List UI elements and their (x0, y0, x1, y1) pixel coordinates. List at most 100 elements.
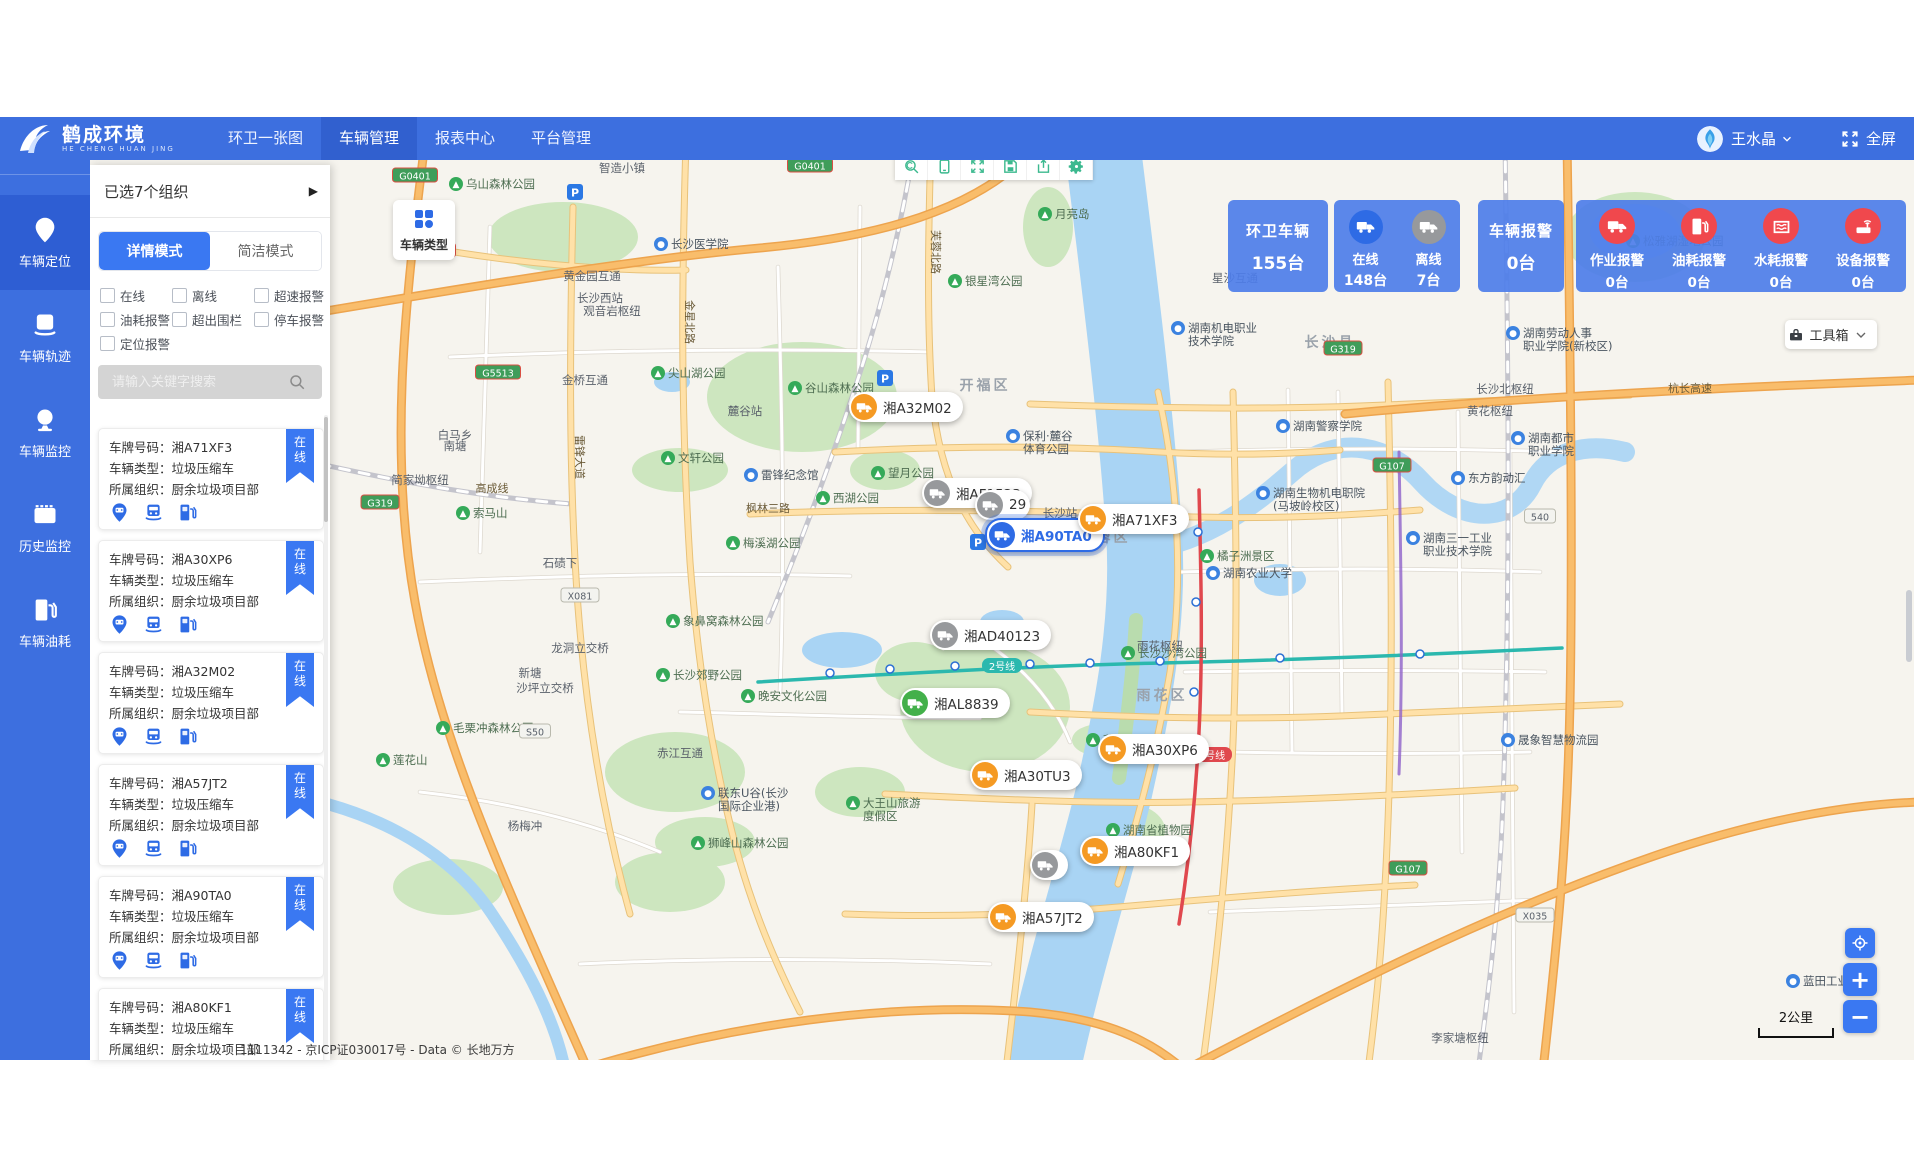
vehicle-card[interactable]: 车牌号码：湘A90TA0车辆类型：垃圾压缩车所属组织：厨余垃圾项目部在线 (98, 876, 324, 978)
zoom-in-button[interactable]: + (1843, 963, 1877, 996)
checkbox[interactable] (100, 288, 115, 303)
filter-停车报警[interactable]: 停车报警 (254, 307, 324, 331)
checkbox[interactable] (254, 288, 269, 303)
search-icon[interactable] (288, 373, 306, 391)
track-icon[interactable] (143, 838, 164, 859)
track-icon[interactable] (143, 726, 164, 747)
checkbox[interactable] (172, 312, 187, 327)
svg-text:S50: S50 (526, 728, 544, 739)
nav-item-车辆管理[interactable]: 车辆管理 (321, 117, 417, 160)
pin-car-icon[interactable] (109, 726, 130, 747)
svg-text:龙洞立交桥: 龙洞立交桥 (551, 641, 609, 655)
user-name[interactable]: 王水晶 (1731, 128, 1776, 149)
filter-在线[interactable]: 在线 (100, 283, 172, 307)
pin-car-icon[interactable] (109, 838, 130, 859)
panel-scrollbar-thumb[interactable] (324, 417, 328, 522)
pin-car-icon[interactable] (109, 502, 130, 523)
svg-text:简家坳枢纽: 简家坳枢纽 (391, 473, 449, 487)
vehicle-marker[interactable] (1030, 850, 1068, 880)
nav-item-环卫一张图[interactable]: 环卫一张图 (210, 117, 321, 160)
toolbox-label: 工具箱 (1809, 325, 1848, 344)
filter-油耗报警[interactable]: 油耗报警 (100, 307, 172, 331)
filter-超出围栏[interactable]: 超出围栏 (172, 307, 254, 331)
vehicle-card[interactable]: 车牌号码：湘A71XF3车辆类型：垃圾压缩车所属组织：厨余垃圾项目部在线 (98, 428, 324, 530)
svg-text:湖南警察学院: 湖南警察学院 (1293, 419, 1362, 433)
sidebar-item-车辆监控[interactable]: 车辆监控 (0, 385, 90, 480)
toolbox-button[interactable]: 工具箱 (1785, 320, 1877, 349)
expand-arrow-icon[interactable]: ▶ (309, 184, 318, 198)
org-selector[interactable]: 已选7个组织 ▶ (90, 165, 330, 218)
checkbox[interactable] (100, 312, 115, 327)
filter-label: 超速报警 (274, 286, 324, 305)
checkbox[interactable] (254, 312, 269, 327)
browser-scrollbar-thumb[interactable] (1906, 590, 1912, 662)
fuel-icon[interactable] (177, 726, 198, 747)
vehicle-marker-湘A32M02[interactable]: 湘A32M02 (849, 392, 963, 422)
avatar[interactable] (1697, 126, 1723, 152)
svg-text:月亮岛: 月亮岛 (1055, 207, 1090, 221)
track-icon[interactable] (143, 950, 164, 971)
svg-text:●: ● (1209, 569, 1217, 579)
fuel-icon[interactable] (177, 614, 198, 635)
pin-car-icon[interactable] (109, 614, 130, 635)
track-icon[interactable] (143, 614, 164, 635)
left-icon-rail: 车辆定位车辆轨迹车辆监控历史监控车辆油耗 (0, 152, 90, 1060)
truck-icon (977, 492, 1003, 518)
svg-text:雷锋大道: 雷锋大道 (573, 435, 587, 479)
vehicle-marker-湘A71XF3[interactable]: 湘A71XF3 (1078, 504, 1189, 534)
fuel-icon[interactable] (177, 950, 198, 971)
filter-离线[interactable]: 离线 (172, 283, 254, 307)
sidebar-item-车辆定位[interactable]: 车辆定位 (0, 195, 90, 290)
svg-text:▲: ▲ (655, 369, 662, 379)
sidebar-item-车辆轨迹[interactable]: 车辆轨迹 (0, 290, 90, 385)
track-icon[interactable] (143, 502, 164, 523)
vehicle-type-button[interactable]: 车辆类型 (393, 200, 455, 260)
svg-text:象鼻窝森林公园: 象鼻窝森林公园 (683, 614, 764, 628)
zoom-out-button[interactable]: − (1843, 1000, 1877, 1033)
chevron-down-icon[interactable] (1780, 132, 1794, 146)
filter-label: 定位报警 (120, 334, 170, 353)
sidebar-item-历史监控[interactable]: 历史监控 (0, 480, 90, 575)
vehicle-marker-湘A80KF1[interactable]: 湘A80KF1 (1080, 836, 1190, 866)
tab-详情模式[interactable]: 详情模式 (99, 232, 210, 270)
vehicle-marker-湘AD40123[interactable]: 湘AD40123 (930, 620, 1051, 650)
filter-超速报警[interactable]: 超速报警 (254, 283, 324, 307)
fuel-icon[interactable] (177, 502, 198, 523)
truck-icon (1087, 843, 1104, 860)
fuel-icon (31, 596, 59, 624)
svg-text:湖南劳动人事职业学院(新校区): 湖南劳动人事职业学院(新校区) (1523, 326, 1612, 353)
map-canvas[interactable]: P P P 开福区芙蓉区长沙县天心区雨花区▲乌山森林公园▲月亮岛▲银星湾公园▲谷… (90, 152, 1914, 1060)
vehicle-card[interactable]: 车牌号码：湘A30XP6车辆类型：垃圾压缩车所属组织：厨余垃圾项目部在线 (98, 540, 324, 642)
vehicle-marker-湘AL8839[interactable]: 湘AL8839 (900, 688, 1010, 718)
vehicle-card[interactable]: 车牌号码：湘A57JT2车辆类型：垃圾压缩车所属组织：厨余垃圾项目部在线 (98, 764, 324, 866)
logo-subtitle: HE CHENG HUAN JING (62, 145, 175, 153)
svg-text:P: P (974, 537, 982, 550)
svg-text:湖南机电职业技术学院: 湖南机电职业技术学院 (1188, 321, 1257, 348)
checkbox[interactable] (100, 336, 115, 351)
locate-button[interactable] (1845, 928, 1875, 958)
svg-text:开福区: 开福区 (960, 377, 1011, 394)
fullscreen-icon (1840, 129, 1860, 149)
fullscreen-button[interactable]: 全屏 (1840, 128, 1896, 149)
scale-bar (1758, 1028, 1834, 1038)
truck-icon (1105, 741, 1122, 758)
card-action-icons (109, 502, 211, 523)
svg-text:▲: ▲ (745, 692, 752, 702)
fuel-icon[interactable] (177, 838, 198, 859)
nav-item-报表中心[interactable]: 报表中心 (417, 117, 513, 160)
vehicle-marker-湘A57JT2[interactable]: 湘A57JT2 (988, 902, 1094, 932)
vehicle-marker-29[interactable]: 29 (975, 490, 1030, 520)
sidebar-item-车辆油耗[interactable]: 车辆油耗 (0, 575, 90, 670)
vehicle-marker-湘A30TU3[interactable]: 湘A30TU3 (970, 760, 1082, 790)
tab-简洁模式[interactable]: 简洁模式 (210, 232, 321, 270)
vehicle-marker-湘A30XP6[interactable]: 湘A30XP6 (1098, 734, 1209, 764)
nav-item-平台管理[interactable]: 平台管理 (513, 117, 609, 160)
svg-text:高成线: 高成线 (476, 481, 509, 495)
pin-car-icon[interactable] (109, 950, 130, 971)
vehicle-card[interactable]: 车牌号码：湘A32M02车辆类型：垃圾压缩车所属组织：厨余垃圾项目部在线 (98, 652, 324, 754)
filter-定位报警[interactable]: 定位报警 (100, 331, 172, 355)
checkbox[interactable] (172, 288, 187, 303)
search-input[interactable] (110, 374, 282, 391)
svg-text:●: ● (1509, 329, 1517, 339)
search-box[interactable] (98, 365, 322, 399)
